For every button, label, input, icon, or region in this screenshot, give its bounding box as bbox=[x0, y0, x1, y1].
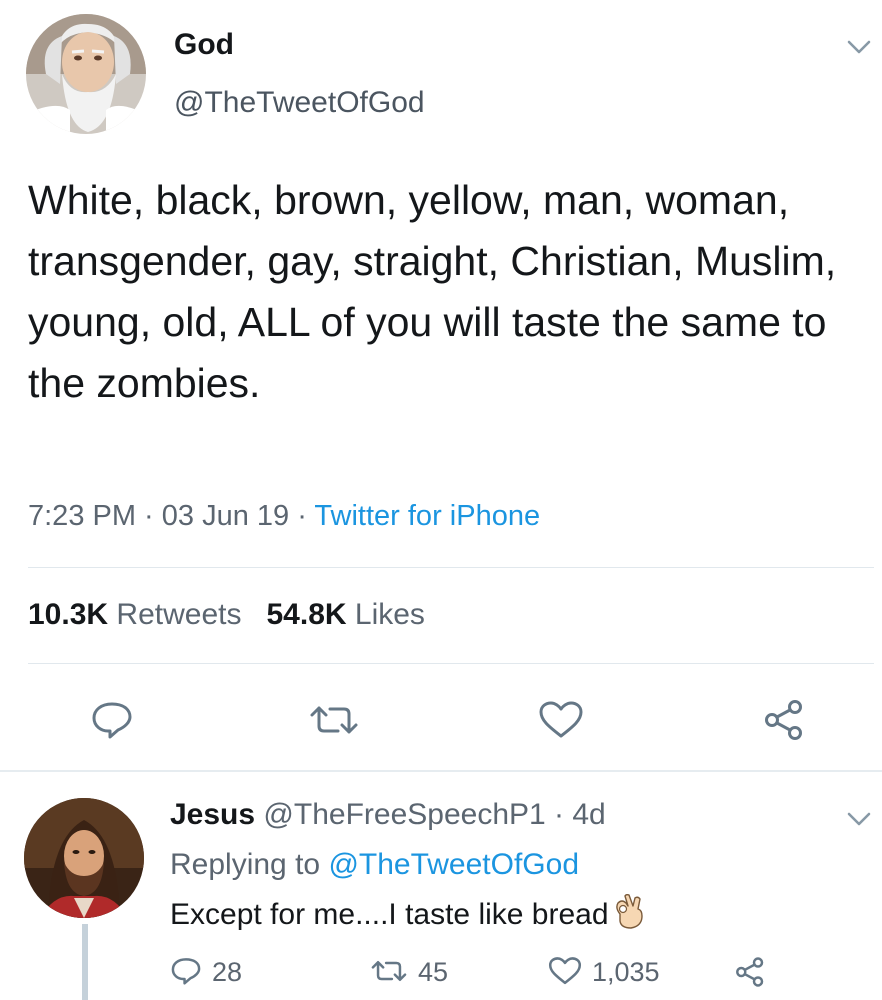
tweet-date: 03 Jun 19 bbox=[161, 500, 290, 532]
reply-icon bbox=[171, 958, 201, 985]
divider bbox=[28, 567, 874, 568]
chevron-down-icon[interactable] bbox=[846, 810, 872, 828]
meta-separator: · bbox=[289, 500, 315, 532]
avatar-jesus[interactable] bbox=[24, 798, 144, 918]
ok-hand-emoji-icon bbox=[615, 894, 643, 929]
reply-action-share[interactable] bbox=[734, 956, 776, 990]
like-count: 1,035 bbox=[592, 957, 660, 987]
retweet-icon bbox=[371, 960, 407, 982]
chevron-down-icon[interactable] bbox=[846, 38, 872, 56]
reply-action-reply[interactable]: 28 bbox=[170, 956, 242, 988]
author-handle[interactable]: @TheTweetOfGod bbox=[174, 86, 425, 120]
tweet-text: White, black, brown, yellow, man, woman,… bbox=[28, 177, 837, 406]
reply-author-name[interactable]: Jesus bbox=[170, 798, 255, 831]
divider bbox=[28, 663, 874, 664]
tweet-stats: 10.3K Retweets 54.8K Likes bbox=[28, 598, 425, 632]
thread-line bbox=[82, 924, 88, 1000]
heart-icon[interactable] bbox=[538, 700, 584, 740]
author-display-name[interactable]: God bbox=[174, 28, 234, 62]
reply-text: Except for me....I taste like bread bbox=[170, 898, 609, 931]
replying-mention-link[interactable]: @TheTweetOfGod bbox=[328, 848, 579, 881]
main-tweet: God @TheTweetOfGod White, black, brown, … bbox=[0, 0, 882, 772]
share-icon[interactable] bbox=[762, 698, 806, 742]
replying-to: Replying to @TheTweetOfGod bbox=[170, 848, 579, 882]
reply-separator: · bbox=[545, 798, 573, 831]
reply-author-handle[interactable]: @TheFreeSpeechP1 bbox=[263, 798, 545, 831]
reply-age[interactable]: 4d bbox=[572, 798, 605, 831]
reply-text-row: Except for me....I taste like bread bbox=[170, 894, 645, 932]
retweets-label: Retweets bbox=[116, 598, 242, 631]
tweet-meta: 7:23 PM · 03 Jun 19 · Twitter for iPhone bbox=[28, 500, 540, 533]
reply-header: Jesus @TheFreeSpeechP1 · 4d bbox=[170, 798, 606, 832]
retweets-stat[interactable]: 10.3K Retweets bbox=[28, 598, 241, 631]
retweet-count: 45 bbox=[418, 957, 449, 987]
likes-stat[interactable]: 54.8K Likes bbox=[266, 598, 424, 631]
tweet-time: 7:23 PM bbox=[28, 500, 136, 532]
likes-count: 54.8K bbox=[266, 598, 347, 631]
tweet-source-link[interactable]: Twitter for iPhone bbox=[314, 500, 540, 532]
share-icon bbox=[736, 957, 764, 987]
reply-count: 28 bbox=[212, 957, 243, 987]
reply-tweet[interactable]: Jesus @TheFreeSpeechP1 · 4d Replying to … bbox=[0, 772, 882, 1000]
heart-icon bbox=[548, 957, 582, 985]
reply-action-like[interactable]: 1,035 bbox=[548, 956, 660, 988]
retweet-icon[interactable] bbox=[308, 700, 360, 740]
avatar-god[interactable] bbox=[26, 14, 146, 134]
reply-action-retweet[interactable]: 45 bbox=[370, 956, 448, 988]
retweets-count: 10.3K bbox=[28, 598, 109, 631]
replying-prefix: Replying to bbox=[170, 848, 321, 881]
reply-icon[interactable] bbox=[90, 700, 134, 740]
likes-label: Likes bbox=[354, 598, 425, 631]
meta-separator: · bbox=[136, 500, 162, 532]
